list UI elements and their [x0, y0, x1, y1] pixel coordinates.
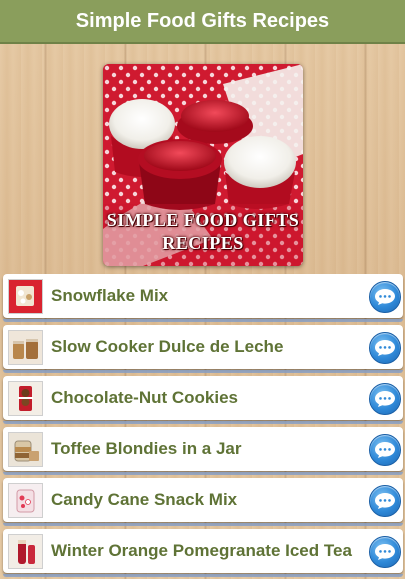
recipe-item-label: Candy Cane Snack Mix — [51, 490, 238, 509]
recipe-item-label: Toffee Blondies in a Jar — [51, 439, 242, 458]
toffee-blondies-thumbnail — [8, 432, 43, 467]
chat-bubble-icon[interactable] — [369, 332, 401, 364]
banner-image: SIMPLE FOOD GIFTS RECIPES — [103, 64, 303, 266]
recipe-item-dulce-de-leche[interactable]: Slow Cooker Dulce de Leche — [3, 325, 403, 373]
recipe-item-label: Snowflake Mix — [51, 286, 169, 305]
banner-title-line2: RECIPES — [162, 233, 244, 253]
app-header: Simple Food Gifts Recipes — [0, 0, 405, 44]
recipe-item-candy-cane-snack-mix[interactable]: Candy Cane Snack Mix — [3, 478, 403, 526]
recipe-item-label: Winter Orange Pomegranate Iced Tea — [51, 541, 352, 560]
iced-tea-thumbnail — [8, 534, 43, 569]
chat-bubble-icon[interactable] — [369, 434, 401, 466]
recipe-item-label: Slow Cooker Dulce de Leche — [51, 337, 284, 356]
recipe-item-label: Chocolate-Nut Cookies — [51, 388, 239, 407]
chat-bubble-icon[interactable] — [369, 281, 401, 313]
recipe-item-snowflake-mix[interactable]: Snowflake Mix — [3, 274, 403, 322]
recipe-item-iced-tea[interactable]: Winter Orange Pomegranate Iced Tea — [3, 529, 403, 577]
recipe-item-toffee-blondies[interactable]: Toffee Blondies in a Jar — [3, 427, 403, 475]
candy-cane-snack-mix-thumbnail — [8, 483, 43, 518]
snowflake-mix-thumbnail — [8, 279, 43, 314]
recipe-item-chocolate-nut-cookies[interactable]: Chocolate-Nut Cookies — [3, 376, 403, 424]
chocolate-nut-cookies-thumbnail — [8, 381, 43, 416]
chat-bubble-icon[interactable] — [369, 536, 401, 568]
chat-bubble-icon[interactable] — [369, 383, 401, 415]
banner-title-line1: SIMPLE FOOD GIFTS — [106, 210, 300, 230]
chat-bubble-icon[interactable] — [369, 485, 401, 517]
app-title: Simple Food Gifts Recipes — [75, 9, 330, 32]
dulce-de-leche-thumbnail — [8, 330, 43, 365]
